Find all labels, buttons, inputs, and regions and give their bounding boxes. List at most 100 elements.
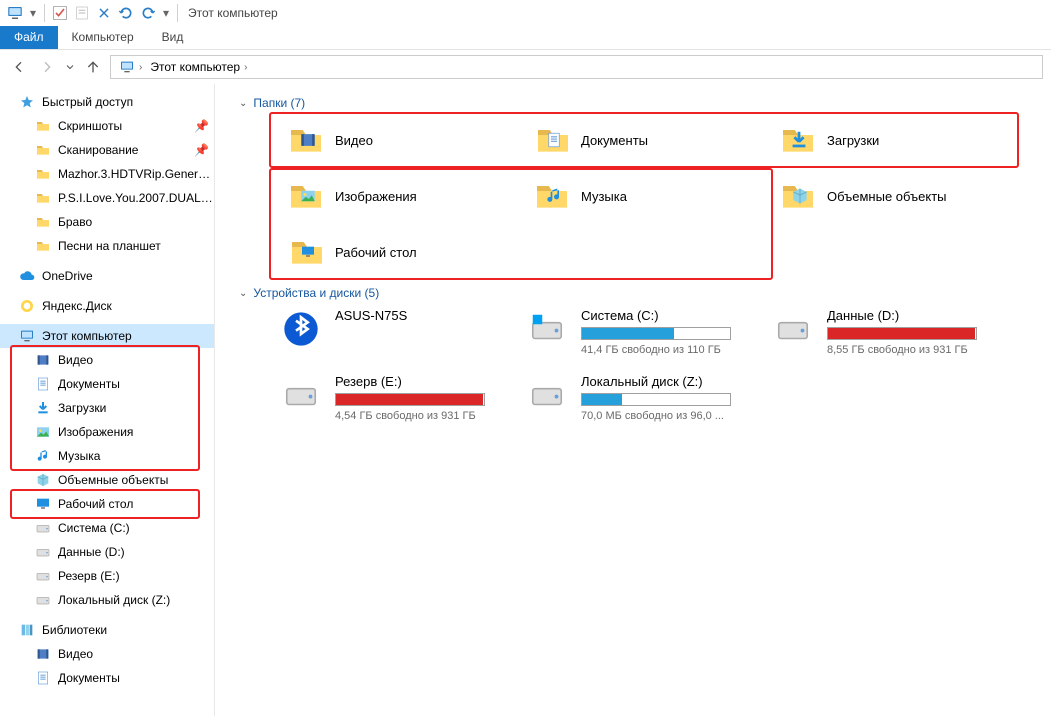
folder-grid: Видео Документы Загрузки Изображения Муз… bbox=[275, 116, 1043, 276]
desktop-icon bbox=[34, 495, 52, 513]
sidebar-item-drive-d[interactable]: Данные (D:) bbox=[0, 540, 214, 564]
sidebar-yandex[interactable]: Яндекс.Диск bbox=[0, 294, 214, 318]
drive-free-text: 8,55 ГБ свободно из 931 ГБ bbox=[827, 344, 977, 356]
sidebar-item-label: OneDrive bbox=[42, 269, 214, 283]
tab-view[interactable]: Вид bbox=[148, 26, 198, 49]
qat-close-icon[interactable] bbox=[95, 4, 113, 22]
folder-item-3d-objects[interactable]: Объемные объекты bbox=[767, 172, 1013, 220]
nav-back-button[interactable] bbox=[8, 56, 30, 78]
tab-computer[interactable]: Компьютер bbox=[58, 26, 148, 49]
sidebar-onedrive[interactable]: OneDrive bbox=[0, 264, 214, 288]
sidebar-item[interactable]: Скриншоты📌 bbox=[0, 114, 214, 138]
sidebar-item-documents[interactable]: Документы bbox=[0, 372, 214, 396]
window-title: Этот компьютер bbox=[188, 6, 278, 20]
folder-item-music[interactable]: Музыка bbox=[521, 172, 767, 220]
pin-icon: 📌 bbox=[194, 143, 208, 157]
qat-dropdown-2[interactable]: ▾ bbox=[161, 4, 171, 22]
qat-checkbox-icon[interactable] bbox=[51, 4, 69, 22]
drive-item-z[interactable]: Локальный диск (Z:)70,0 МБ свободно из 9… bbox=[521, 372, 767, 424]
sidebar-quick-access[interactable]: Быстрый доступ bbox=[0, 90, 214, 114]
drive-free-text: 41,4 ГБ свободно из 110 ГБ bbox=[581, 344, 731, 356]
nav-forward-button[interactable] bbox=[36, 56, 58, 78]
sidebar-item-pictures[interactable]: Изображения bbox=[0, 420, 214, 444]
sidebar-item[interactable]: Сканирование📌 bbox=[0, 138, 214, 162]
sidebar-item-label: Изображения bbox=[58, 425, 214, 439]
sidebar-item-drive-e[interactable]: Резерв (E:) bbox=[0, 564, 214, 588]
sidebar-item-downloads[interactable]: Загрузки bbox=[0, 396, 214, 420]
sidebar-item-music[interactable]: Музыка bbox=[0, 444, 214, 468]
sidebar-item-label: Локальный диск (Z:) bbox=[58, 593, 214, 607]
sidebar-item-label: Песни на планшет bbox=[58, 239, 214, 253]
section-header-drives[interactable]: ⌄ Устройства и диски (5) bbox=[239, 286, 1043, 300]
crumb-label: Этот компьютер bbox=[150, 60, 240, 74]
folder-item-desktop[interactable]: Рабочий стол bbox=[275, 228, 521, 276]
qat-undo-icon[interactable] bbox=[139, 4, 157, 22]
folder-label: Изображения bbox=[335, 189, 417, 204]
sidebar-item-lib-docs[interactable]: Документы bbox=[0, 666, 214, 690]
crumb-pc-icon[interactable]: › bbox=[115, 59, 146, 75]
drive-item-c[interactable]: Система (C:)41,4 ГБ свободно из 110 ГБ bbox=[521, 306, 767, 358]
sidebar-libraries[interactable]: Библиотеки bbox=[0, 618, 214, 642]
sidebar-item-label: Музыка bbox=[58, 449, 214, 463]
drive-icon bbox=[34, 591, 52, 609]
drive-label: Резерв (E:) bbox=[335, 374, 485, 389]
sidebar-item[interactable]: Mazhor.3.HDTVRip.GeneralFilm bbox=[0, 162, 214, 186]
sidebar-item-label: Яндекс.Диск bbox=[42, 299, 214, 313]
video-icon bbox=[34, 351, 52, 369]
section-header-folders[interactable]: ⌄ Папки (7) bbox=[239, 96, 1043, 110]
sidebar-item-label: Библиотеки bbox=[42, 623, 214, 637]
sidebar-item[interactable]: P.S.I.Love.You.2007.DUAL.BDRip bbox=[0, 186, 214, 210]
drive-icon bbox=[34, 519, 52, 537]
address-path[interactable]: › Этот компьютер› bbox=[110, 55, 1043, 79]
tab-file[interactable]: Файл bbox=[0, 26, 58, 49]
navigation-pane[interactable]: Быстрый доступ Скриншоты📌 Сканирование📌 … bbox=[0, 84, 215, 716]
sidebar-item-video[interactable]: Видео bbox=[0, 348, 214, 372]
qat-dropdown-1[interactable]: ▾ bbox=[28, 4, 38, 22]
drive-item-bluetooth[interactable]: ASUS-N75S bbox=[275, 306, 521, 358]
qat-properties-icon[interactable] bbox=[73, 4, 91, 22]
sidebar-item[interactable]: Песни на планшет bbox=[0, 234, 214, 258]
docs-icon bbox=[34, 375, 52, 393]
drive-grid: ASUS-N75S Система (C:)41,4 ГБ свободно и… bbox=[275, 306, 1043, 424]
sidebar-item-label: Рабочий стол bbox=[58, 497, 214, 511]
cloud-icon bbox=[18, 267, 36, 285]
sidebar-item-desktop[interactable]: Рабочий стол bbox=[0, 492, 214, 516]
drive-label: Данные (D:) bbox=[827, 308, 977, 323]
chevron-down-icon: ⌄ bbox=[239, 98, 247, 109]
drive-item-d[interactable]: Данные (D:) 8,55 ГБ свободно из 931 ГБ bbox=[767, 306, 1013, 358]
nav-up-button[interactable] bbox=[82, 56, 104, 78]
nav-recent-dropdown[interactable] bbox=[64, 56, 76, 78]
sidebar-item[interactable]: Браво bbox=[0, 210, 214, 234]
folder-item-documents[interactable]: Документы bbox=[521, 116, 767, 164]
libraries-icon bbox=[18, 621, 36, 639]
sidebar-item-label: Сканирование bbox=[58, 143, 194, 157]
crumb-this-pc[interactable]: Этот компьютер› bbox=[146, 60, 251, 74]
sidebar-item-lib-video[interactable]: Видео bbox=[0, 642, 214, 666]
sidebar-item-drive-c[interactable]: Система (C:) bbox=[0, 516, 214, 540]
folder-label: Музыка bbox=[581, 189, 627, 204]
drive-icon bbox=[34, 543, 52, 561]
section-header-label: Папки (7) bbox=[253, 96, 305, 110]
sidebar-item-label: Видео bbox=[58, 353, 214, 367]
folder-item-video[interactable]: Видео bbox=[275, 116, 521, 164]
folder-icon bbox=[769, 175, 817, 217]
folder-item-downloads[interactable]: Загрузки bbox=[767, 116, 1013, 164]
folder-icon bbox=[277, 175, 325, 217]
drive-usage-bar bbox=[335, 393, 485, 406]
separator bbox=[177, 4, 178, 22]
drive-item-e[interactable]: Резерв (E:)4,54 ГБ свободно из 931 ГБ bbox=[275, 372, 521, 424]
sidebar-item-label: Загрузки bbox=[58, 401, 214, 415]
drive-icon bbox=[523, 374, 571, 416]
folder-item-pictures[interactable]: Изображения bbox=[275, 172, 521, 220]
sidebar-this-pc[interactable]: Этот компьютер bbox=[0, 324, 214, 348]
content-pane[interactable]: ⌄ Папки (7) Видео Документы Загрузки Изо… bbox=[215, 84, 1051, 716]
folder-icon bbox=[523, 119, 571, 161]
folder-label: Рабочий стол bbox=[335, 245, 417, 260]
qat-redo-icon[interactable] bbox=[117, 4, 135, 22]
sidebar-item-3d-objects[interactable]: Объемные объекты bbox=[0, 468, 214, 492]
sidebar-item-label: Данные (D:) bbox=[58, 545, 214, 559]
sidebar-item-drive-z[interactable]: Локальный диск (Z:) bbox=[0, 588, 214, 612]
title-bar: ▾ ▾ Этот компьютер bbox=[0, 0, 1051, 26]
sidebar-item-label: Объемные объекты bbox=[58, 473, 214, 487]
sidebar-item-label: Документы bbox=[58, 671, 214, 685]
